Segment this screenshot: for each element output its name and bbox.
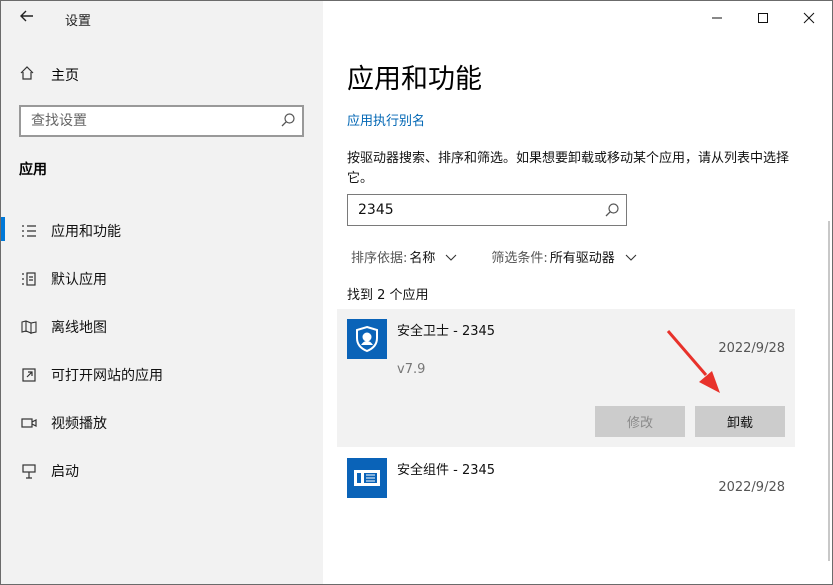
video-icon (19, 413, 39, 433)
offline-map-icon (19, 317, 39, 337)
sidebar: 设置 主页 应用 应用和功能 (1, 1, 323, 584)
settings-window: 设置 主页 应用 应用和功能 (0, 0, 833, 585)
app-date: 2022/9/28 (718, 341, 785, 356)
chevron-down-icon (445, 251, 457, 263)
scrollbar[interactable] (828, 221, 830, 561)
sidebar-item-label: 启动 (51, 464, 79, 480)
page-title: 应用和功能 (347, 64, 482, 95)
settings-search-box[interactable] (19, 105, 304, 137)
search-icon[interactable] (604, 202, 620, 218)
active-indicator (1, 217, 5, 241)
sidebar-home-label: 主页 (51, 68, 79, 84)
app-version: v7.9 (397, 362, 426, 377)
main-panel: 应用和功能 应用执行别名 按驱动器搜索、排序和筛选。如果想要卸载或移动某个应用，… (323, 1, 832, 584)
sidebar-section-title: 应用 (19, 162, 47, 178)
app-name: 安全卫士 - 2345 (397, 324, 496, 339)
sort-value: 名称 (409, 251, 436, 266)
component-app-icon (347, 458, 387, 498)
window-title: 设置 (65, 14, 92, 29)
chevron-down-icon (625, 251, 637, 263)
sidebar-home[interactable]: 主页 (19, 65, 79, 85)
search-icon[interactable] (280, 112, 296, 128)
sidebar-nav: 应用和功能 默认应用 离线地图 可打开网站的应用 视频播放 启动 (1, 207, 323, 495)
app-date: 2022/9/28 (718, 480, 785, 495)
open-website-icon (19, 365, 39, 385)
filter-dropdown[interactable]: 筛选条件: 所有驱动器 (491, 247, 637, 266)
close-icon[interactable] (786, 1, 832, 35)
startup-icon (19, 461, 39, 481)
modify-button: 修改 (595, 406, 685, 437)
app-search-input[interactable] (348, 195, 608, 225)
app-search-box[interactable] (347, 194, 627, 226)
sidebar-item-video-playback[interactable]: 视频播放 (1, 399, 323, 447)
sidebar-item-label: 应用和功能 (51, 224, 121, 240)
sidebar-item-startup[interactable]: 启动 (1, 447, 323, 495)
page-description: 按驱动器搜索、排序和筛选。如果想要卸载或移动某个应用，请从列表中选择它。 (347, 151, 790, 186)
filter-label: 筛选条件: (491, 251, 548, 266)
sidebar-item-label: 可打开网站的应用 (51, 368, 163, 384)
uninstall-button[interactable]: 卸载 (695, 406, 785, 437)
home-icon (19, 65, 39, 85)
filter-bar: 排序依据: 名称 筛选条件: 所有驱动器 (351, 247, 671, 266)
sidebar-item-label: 视频播放 (51, 416, 107, 432)
sort-dropdown[interactable]: 排序依据: 名称 (351, 247, 457, 266)
sidebar-item-apps-features[interactable]: 应用和功能 (1, 207, 323, 255)
minimize-icon[interactable] (694, 1, 740, 35)
filter-value: 所有驱动器 (549, 251, 615, 266)
app-execution-alias-link[interactable]: 应用执行别名 (347, 110, 425, 129)
result-count: 找到 2 个应用 (347, 288, 429, 303)
shield-app-icon (347, 319, 387, 359)
default-apps-icon (19, 269, 39, 289)
sidebar-item-website-apps[interactable]: 可打开网站的应用 (1, 351, 323, 399)
back-arrow-icon[interactable] (15, 7, 39, 31)
settings-search-input[interactable] (21, 107, 281, 135)
app-list-item[interactable]: 安全组件 - 2345 2022/9/28 (337, 448, 795, 510)
sidebar-item-label: 离线地图 (51, 320, 107, 336)
app-name: 安全组件 - 2345 (397, 463, 496, 478)
sidebar-item-offline-maps[interactable]: 离线地图 (1, 303, 323, 351)
app-list-item-selected[interactable]: 安全卫士 - 2345 2022/9/28 v7.9 修改 卸载 (337, 309, 795, 447)
sort-label: 排序依据: (351, 251, 408, 266)
sidebar-item-default-apps[interactable]: 默认应用 (1, 255, 323, 303)
apps-list-icon (19, 221, 39, 241)
window-controls (694, 1, 832, 35)
maximize-icon[interactable] (740, 1, 786, 35)
sidebar-item-label: 默认应用 (51, 272, 107, 288)
